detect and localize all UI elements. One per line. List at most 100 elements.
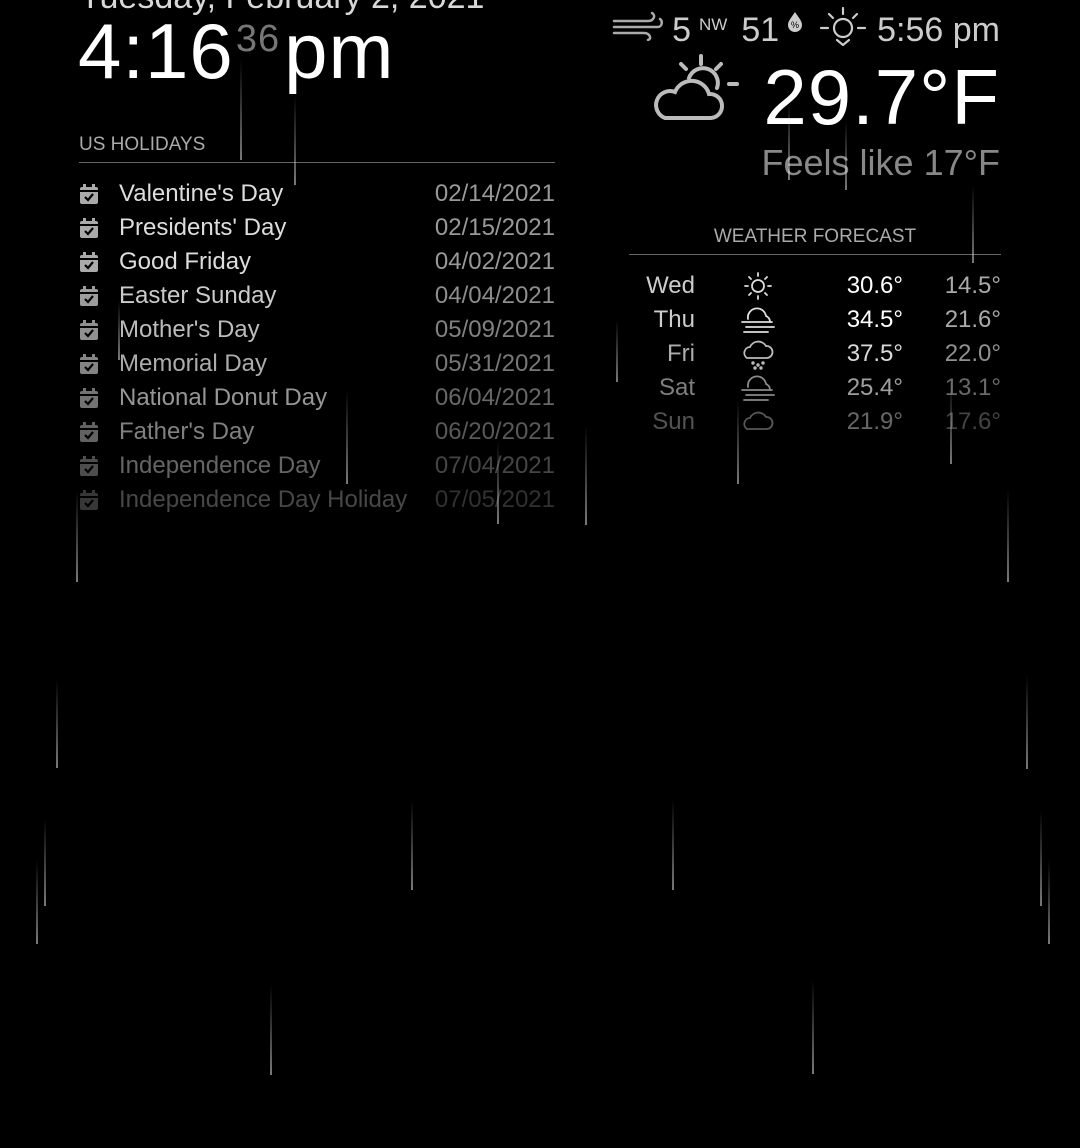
magic-mirror-screen: Tuesday, February 2, 2021 4:1636pm US Ho… bbox=[0, 0, 1080, 1148]
holiday-row: Independence Day 07/04/2021 bbox=[79, 449, 555, 483]
forecast-min-temp: 22.0° bbox=[944, 340, 1001, 367]
calendar-check-icon bbox=[79, 182, 107, 206]
rain-streak bbox=[788, 100, 790, 180]
sunny-icon bbox=[695, 271, 821, 301]
fog-icon bbox=[695, 373, 821, 403]
forecast-max-temp: 34.5° bbox=[846, 306, 903, 333]
holiday-date: 05/31/2021 bbox=[434, 350, 555, 377]
rain-streak bbox=[845, 120, 847, 190]
clock-time: 4:1636pm bbox=[78, 12, 394, 90]
holiday-title: Independence Day Holiday bbox=[119, 486, 408, 513]
current-temperature: 29.7°F bbox=[763, 53, 1000, 141]
current-weather-details: 5 NW 51 % 5:56 pm bbox=[612, 6, 1000, 55]
forecast-min-temp: 21.6° bbox=[944, 306, 1001, 333]
rain-streak bbox=[585, 425, 587, 525]
rain-streak bbox=[240, 60, 242, 160]
holiday-date: 07/04/2021 bbox=[434, 452, 555, 479]
holidays-header: US Holidays bbox=[79, 134, 555, 163]
holiday-date: 02/15/2021 bbox=[434, 214, 555, 241]
calendar-check-icon bbox=[79, 318, 107, 342]
rain-streak bbox=[1040, 810, 1042, 906]
rain-streak bbox=[294, 95, 296, 185]
holiday-date: 07/05/2021 bbox=[434, 486, 555, 513]
calendar-check-icon bbox=[79, 454, 107, 478]
forecast-min-temp: 14.5° bbox=[944, 272, 1001, 299]
holidays-module: US Holidays Valentine's Day 02/14/2021 Pre… bbox=[79, 134, 555, 517]
holiday-date: 04/04/2021 bbox=[434, 282, 555, 309]
holiday-row: Easter Sunday 04/04/2021 bbox=[79, 279, 555, 313]
rain-streak bbox=[36, 860, 38, 944]
holiday-row: Memorial Day 05/31/2021 bbox=[79, 347, 555, 381]
cloudy-icon bbox=[695, 409, 821, 435]
clock-seconds: 36 bbox=[235, 18, 281, 60]
holiday-title: Memorial Day bbox=[119, 350, 268, 377]
rain-streak bbox=[1048, 860, 1050, 944]
forecast-row: Fri 37.5° 22.0° bbox=[629, 337, 1001, 371]
holiday-title: Good Friday bbox=[119, 248, 252, 275]
wind-direction: NW bbox=[698, 14, 728, 34]
fog-icon bbox=[695, 305, 821, 335]
feels-like: Feels like 17°F bbox=[761, 142, 1000, 183]
forecast-day: Thu bbox=[653, 306, 695, 333]
humidity-icon: % bbox=[787, 11, 803, 50]
rain-streak bbox=[950, 380, 952, 464]
rain-streak bbox=[44, 818, 46, 906]
holiday-title: Valentine's Day bbox=[119, 180, 284, 207]
calendar-check-icon bbox=[79, 420, 107, 444]
weather-forecast-module: Weather Forecast Wed 30.6° 14.5° Thu 34.5° 21… bbox=[629, 226, 1001, 439]
svg-text:%: % bbox=[791, 20, 799, 30]
forecast-row: Wed 30.6° 14.5° bbox=[629, 269, 1001, 303]
holiday-title: Presidents' Day bbox=[119, 214, 287, 241]
rain-streak bbox=[616, 320, 618, 382]
holiday-row: Good Friday 04/02/2021 bbox=[79, 245, 555, 279]
rain-streak bbox=[812, 980, 814, 1074]
rain-streak bbox=[737, 400, 739, 484]
forecast-row: Sun 21.9° 17.6° bbox=[629, 405, 1001, 439]
holiday-title: Easter Sunday bbox=[119, 282, 277, 309]
current-temperature-row: 29.7°F bbox=[651, 52, 1000, 143]
calendar-check-icon bbox=[79, 284, 107, 308]
rain-streak bbox=[672, 800, 674, 890]
holiday-date: 05/09/2021 bbox=[434, 316, 555, 343]
wind-speed: 5 bbox=[672, 11, 691, 49]
rain-streak bbox=[346, 390, 348, 484]
holiday-title: National Donut Day bbox=[119, 384, 328, 411]
calendar-check-icon bbox=[79, 216, 107, 240]
wind-icon bbox=[612, 11, 664, 50]
rain-streak bbox=[972, 185, 974, 263]
forecast-day: Fri bbox=[667, 340, 695, 367]
forecast-day: Wed bbox=[646, 272, 695, 299]
holiday-date: 04/02/2021 bbox=[434, 248, 555, 275]
forecast-day: Sat bbox=[658, 374, 695, 401]
holiday-title: Father's Day bbox=[119, 418, 255, 445]
calendar-check-icon bbox=[79, 488, 107, 512]
forecast-header: Weather Forecast bbox=[629, 226, 1001, 255]
forecast-row: Sat 25.4° 13.1° bbox=[629, 371, 1001, 405]
forecast-max-temp: 21.9° bbox=[846, 408, 903, 435]
holiday-title: Independence Day bbox=[119, 452, 321, 479]
holiday-list: Valentine's Day 02/14/2021 Presidents' Day… bbox=[79, 177, 555, 517]
holiday-row: Father's Day 06/20/2021 bbox=[79, 415, 555, 449]
holiday-date: 02/14/2021 bbox=[434, 180, 555, 207]
holiday-row: Mother's Day 05/09/2021 bbox=[79, 313, 555, 347]
rain-streak bbox=[1026, 675, 1028, 769]
sunset-icon bbox=[817, 6, 869, 55]
humidity-value: 51 bbox=[741, 11, 780, 49]
forecast-min-temp: 13.1° bbox=[944, 374, 1001, 401]
holiday-row: National Donut Day 06/04/2021 bbox=[79, 381, 555, 415]
rain-streak bbox=[118, 300, 120, 360]
rain-streak bbox=[76, 490, 78, 582]
calendar-check-icon bbox=[79, 352, 107, 376]
rain-streak bbox=[56, 680, 58, 768]
sunset-time: 5:56 pm bbox=[877, 11, 1000, 49]
forecast-row: Thu 34.5° 21.6° bbox=[629, 303, 1001, 337]
forecast-list: Wed 30.6° 14.5° Thu 34.5° 21.6° Fri 37.5° 22.0° S… bbox=[629, 269, 1001, 439]
calendar-check-icon bbox=[79, 250, 107, 274]
rain-streak bbox=[411, 800, 413, 890]
snow-icon bbox=[695, 338, 821, 370]
rain-streak bbox=[497, 440, 499, 524]
forecast-max-temp: 30.6° bbox=[846, 272, 903, 299]
holiday-date: 06/20/2021 bbox=[434, 418, 555, 445]
holiday-title: Mother's Day bbox=[119, 316, 260, 343]
rain-streak bbox=[270, 985, 272, 1075]
